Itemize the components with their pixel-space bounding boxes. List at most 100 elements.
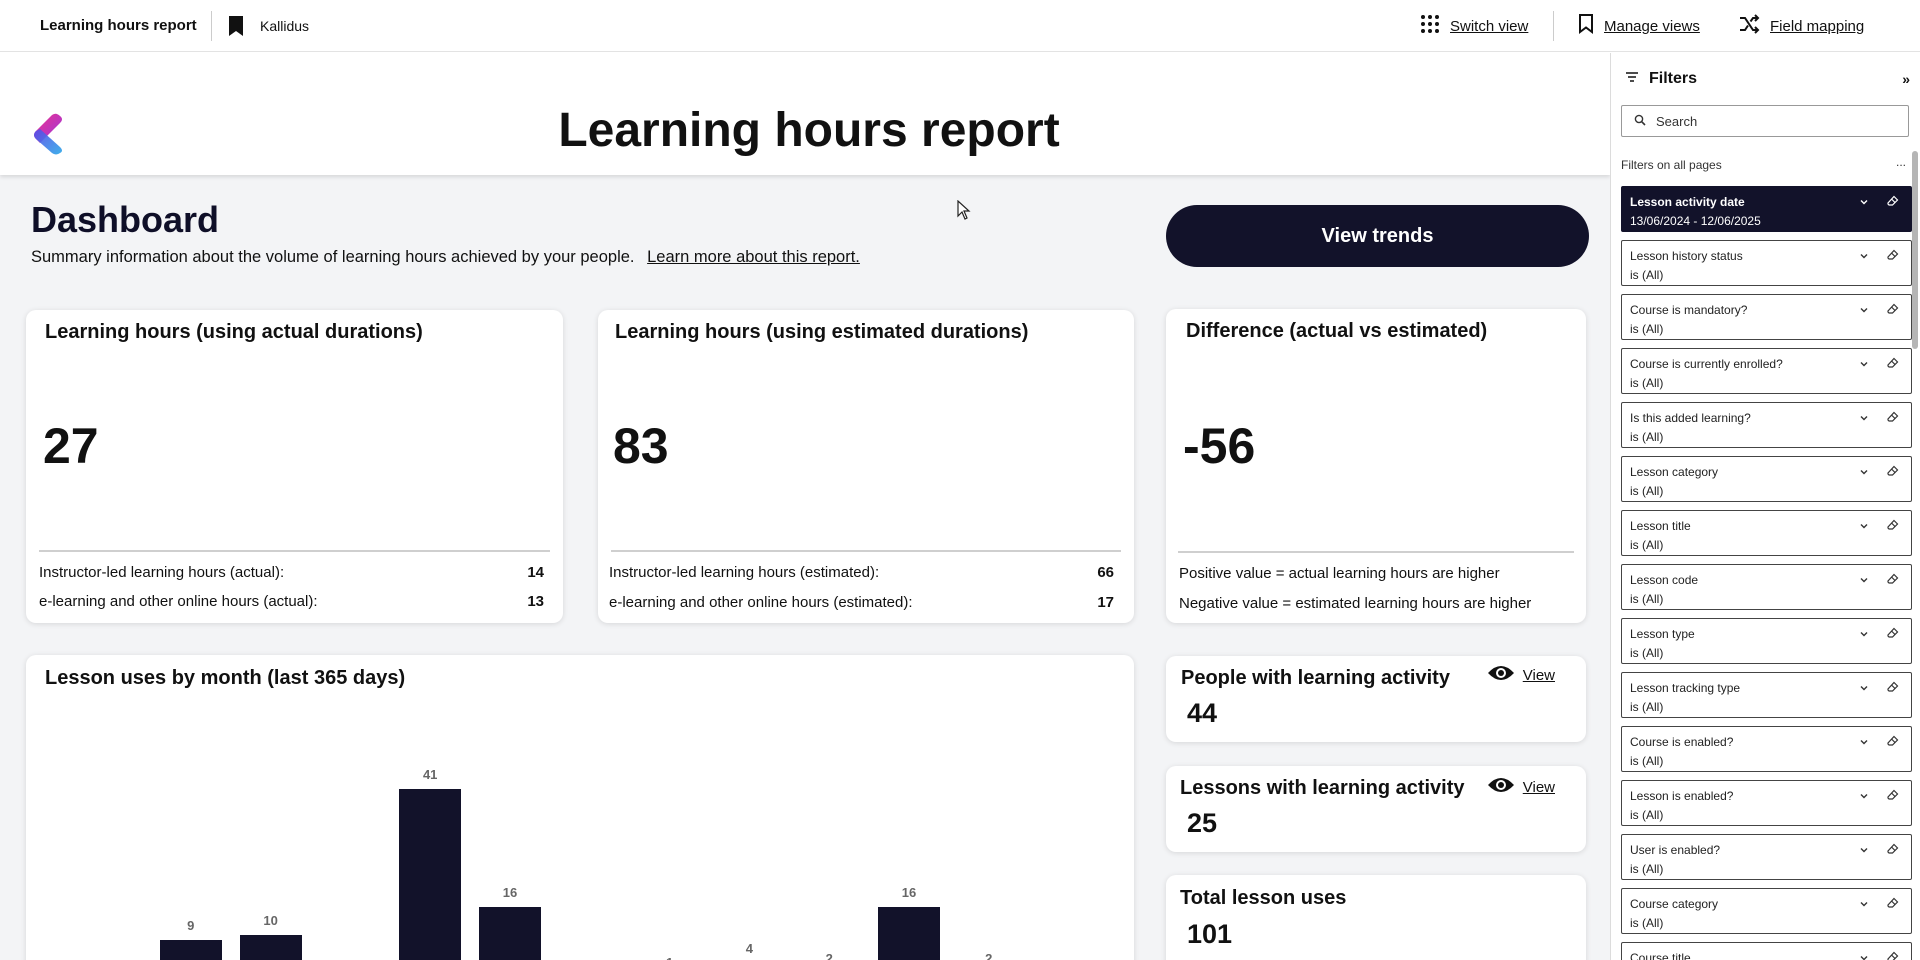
chevron-down-icon[interactable]: [1859, 518, 1869, 536]
chevron-down-icon[interactable]: [1859, 194, 1869, 212]
filter-card[interactable]: User is enabled? is (All): [1621, 834, 1912, 880]
chevron-down-icon[interactable]: [1859, 464, 1869, 482]
bar-chart: 2024-0692024-07102024-082024-09412024-10…: [26, 655, 1134, 960]
card-title: Lessons with learning activity: [1180, 777, 1465, 799]
divider: [211, 11, 212, 41]
clear-filter-icon[interactable]: [1887, 680, 1899, 698]
filter-card[interactable]: Lesson code is (All): [1621, 564, 1912, 610]
bar-data-label: 10: [263, 913, 278, 928]
filters-search-input[interactable]: Search: [1621, 105, 1909, 137]
chart-bar[interactable]: [479, 906, 541, 960]
bar-data-label: 4: [745, 941, 753, 957]
chart-bar[interactable]: [878, 906, 940, 960]
clear-filter-icon[interactable]: [1887, 356, 1899, 374]
chevron-down-icon[interactable]: [1859, 248, 1869, 266]
chevron-down-icon[interactable]: [1859, 680, 1869, 698]
filter-value: is (All): [1630, 862, 1664, 876]
filter-card[interactable]: Course is enabled? is (All): [1621, 726, 1912, 772]
chevron-down-icon[interactable]: [1859, 950, 1869, 960]
filter-value: is (All): [1630, 808, 1664, 822]
filter-card[interactable]: Lesson title is (All): [1621, 510, 1912, 556]
chevron-down-icon[interactable]: [1859, 842, 1869, 860]
kpi-value: 83: [613, 418, 669, 474]
row-label: Instructor-led learning hours (actual):: [39, 564, 285, 581]
bookmark-filled-icon: [228, 15, 244, 42]
view-people-link[interactable]: View: [1487, 664, 1555, 686]
switch-view-button[interactable]: Switch view: [1420, 14, 1528, 38]
chevron-down-icon[interactable]: [1859, 302, 1869, 320]
clear-filter-icon[interactable]: [1887, 950, 1899, 960]
workspace-name[interactable]: Kallidus: [260, 18, 309, 34]
filter-card[interactable]: Course category is (All): [1621, 888, 1912, 934]
clear-filter-icon[interactable]: [1887, 194, 1899, 212]
clear-filter-icon[interactable]: [1887, 464, 1899, 482]
clear-filter-icon[interactable]: [1887, 248, 1899, 266]
chevron-down-icon[interactable]: [1859, 572, 1869, 590]
field-mapping-button[interactable]: Field mapping: [1738, 14, 1864, 38]
report-banner: Learning hours report: [0, 53, 1610, 175]
filter-card[interactable]: Lesson tracking type is (All): [1621, 672, 1912, 718]
bar-data-label: 1: [638, 955, 702, 960]
clear-filter-icon[interactable]: [1887, 626, 1899, 644]
view-trends-button[interactable]: View trends: [1166, 205, 1589, 267]
view-lessons-link[interactable]: View: [1487, 776, 1555, 798]
search-icon: [1634, 114, 1646, 129]
chevron-down-icon[interactable]: [1859, 626, 1869, 644]
report-canvas: Learning hours report Dashboard Summary …: [0, 53, 1610, 960]
row-label: e-learning and other online hours (estim…: [609, 594, 913, 611]
chart-bar[interactable]: [399, 789, 462, 960]
filter-value: is (All): [1630, 430, 1664, 444]
search-placeholder: Search: [1656, 113, 1698, 129]
clear-filter-icon[interactable]: [1887, 734, 1899, 752]
filter-card[interactable]: Is this added learning? is (All): [1621, 402, 1912, 448]
bar-data-label: 16: [901, 884, 917, 900]
clear-filter-icon[interactable]: [1887, 572, 1899, 590]
filter-card[interactable]: Lesson type is (All): [1621, 618, 1912, 664]
filter-value: is (All): [1630, 484, 1664, 498]
chevron-down-icon[interactable]: [1859, 896, 1869, 914]
filter-name: Course is currently enrolled?: [1630, 357, 1783, 371]
filter-card[interactable]: Lesson activity date 13/06/2024 - 12/06/2…: [1621, 186, 1912, 232]
chevron-down-icon[interactable]: [1859, 356, 1869, 374]
clear-filter-icon[interactable]: [1887, 518, 1899, 536]
scrollbar[interactable]: [1912, 151, 1918, 349]
clear-filter-icon[interactable]: [1887, 302, 1899, 320]
clear-filter-icon[interactable]: [1887, 896, 1899, 914]
clear-filter-icon[interactable]: [1887, 842, 1899, 860]
bookmark-outline-icon: [1578, 13, 1594, 39]
total-uses-card: Total lesson uses 101: [1166, 875, 1586, 960]
filter-card[interactable]: Lesson history status is (All): [1621, 240, 1912, 286]
chevron-down-icon[interactable]: [1859, 410, 1869, 428]
filter-name: Course is enabled?: [1630, 735, 1734, 749]
chart-bar[interactable]: [239, 935, 302, 960]
filter-card[interactable]: Course title: [1621, 942, 1912, 960]
clear-filter-icon[interactable]: [1887, 788, 1899, 806]
chevron-down-icon[interactable]: [1859, 734, 1869, 752]
learn-more-link[interactable]: Learn more about this report.: [647, 248, 860, 266]
report-name: Learning hours report: [40, 17, 197, 34]
chevron-down-icon[interactable]: [1859, 788, 1869, 806]
lessons-activity-card: Lessons with learning activity 25 View: [1166, 766, 1586, 852]
collapse-filters-button[interactable]: »: [1902, 71, 1910, 87]
eye-icon: [1487, 664, 1515, 686]
grid-dots-icon: [1420, 14, 1440, 38]
filter-name: Lesson title: [1630, 519, 1691, 533]
chart-bar[interactable]: [159, 939, 222, 960]
breakdown-row: Instructor-led learning hours (actual): …: [39, 564, 544, 581]
filter-name: Lesson code: [1630, 573, 1699, 587]
actual-hours-card: Learning hours (using actual durations) …: [26, 310, 563, 623]
filter-card[interactable]: Lesson is enabled? is (All): [1621, 780, 1912, 826]
filter-card[interactable]: Course is currently enrolled? is (All): [1621, 348, 1912, 394]
field-mapping-icon: [1738, 14, 1760, 38]
manage-views-button[interactable]: Manage views: [1578, 14, 1700, 38]
filter-card[interactable]: Course is mandatory? is (All): [1621, 294, 1912, 340]
filter-card[interactable]: Lesson category is (All): [1621, 456, 1912, 502]
clear-filter-icon[interactable]: [1887, 410, 1899, 428]
more-options-button[interactable]: ...: [1896, 155, 1906, 169]
divider: [1178, 551, 1574, 553]
dashboard-title: Dashboard: [31, 199, 220, 240]
view-label: View: [1522, 778, 1555, 796]
filter-name: Lesson activity date: [1630, 195, 1745, 209]
view-label: View: [1522, 666, 1555, 684]
filter-value: is (All): [1630, 538, 1664, 552]
